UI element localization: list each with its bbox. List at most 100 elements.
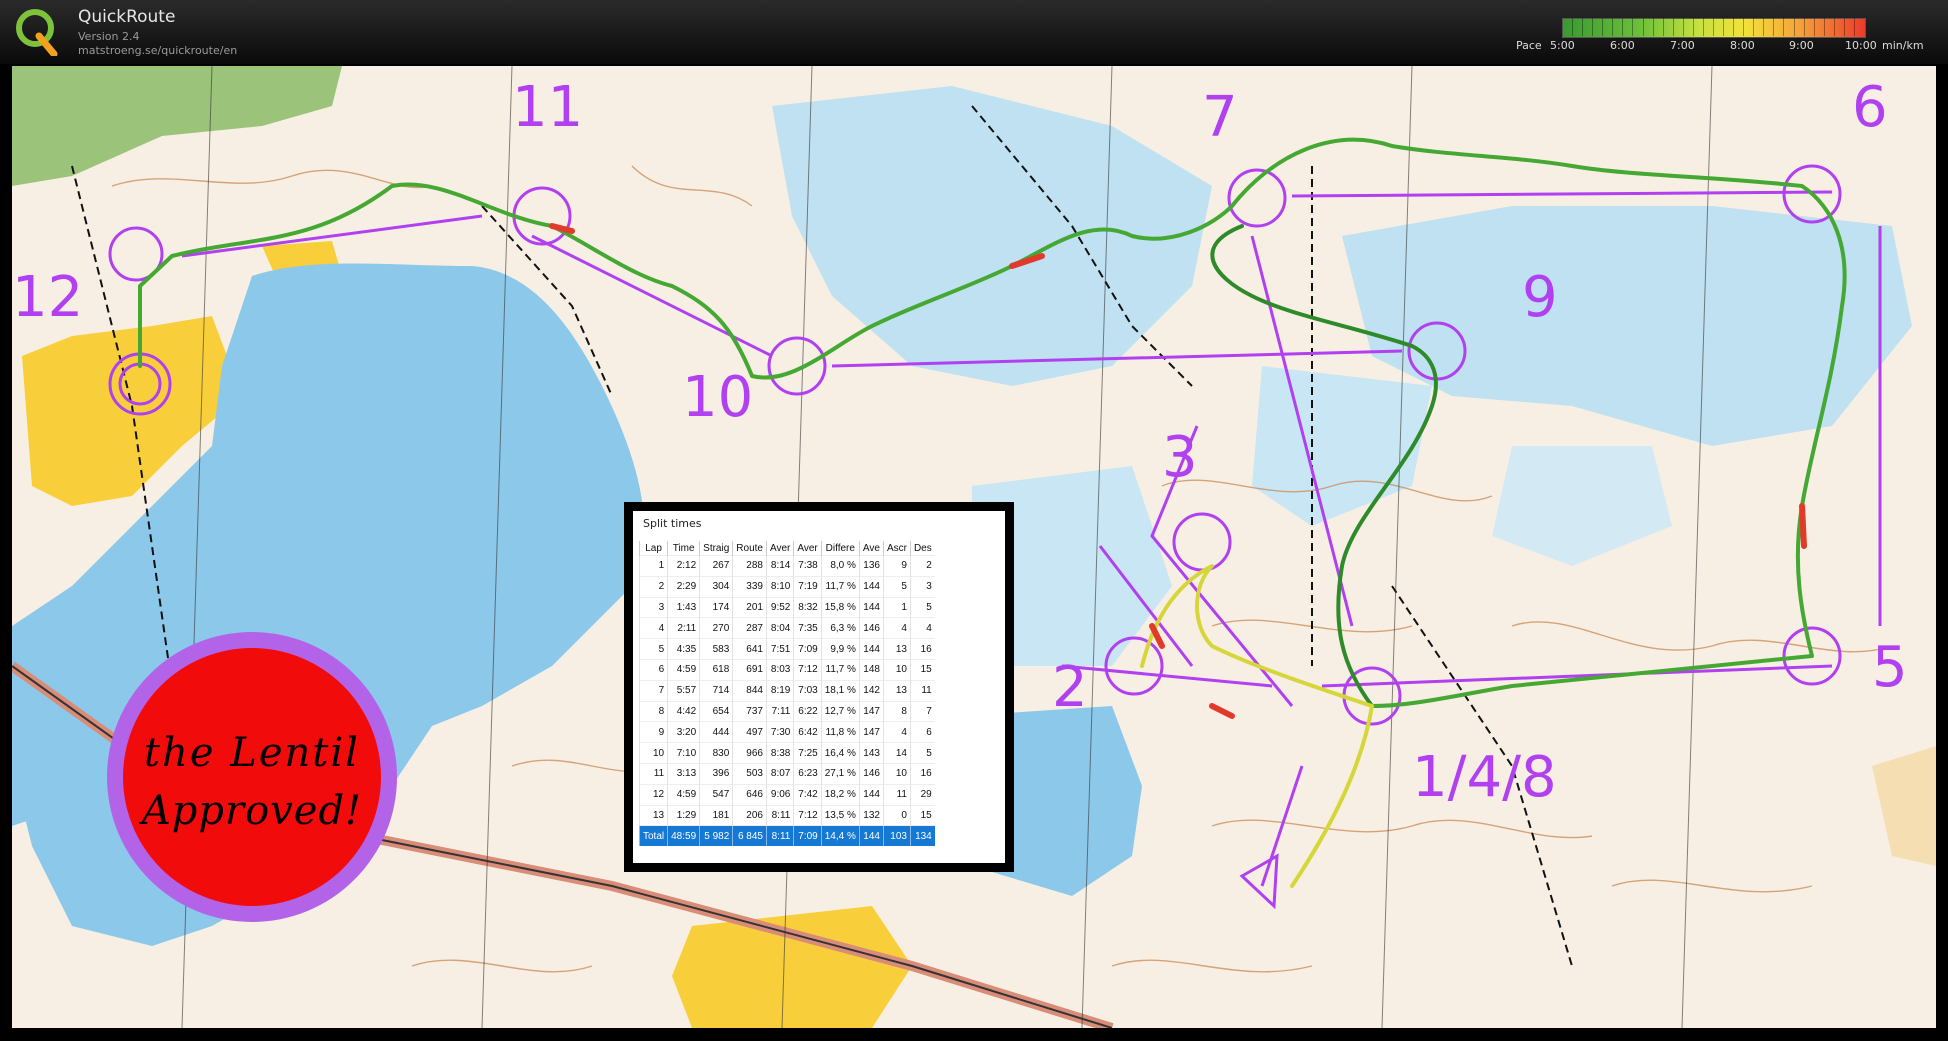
- column-header[interactable]: Ascr: [882, 541, 911, 556]
- pace-tick-label: 9:00: [1789, 39, 1814, 52]
- pace-scale-tick: [1853, 18, 1855, 36]
- pace-scale-tick: [1642, 18, 1644, 36]
- table-cell: 7:12: [793, 804, 822, 826]
- app-url[interactable]: matstroeng.se/quickroute/en: [78, 44, 237, 57]
- pace-scale-tick: [1813, 18, 1815, 36]
- table-row[interactable]: 10 7:10 830 966 8:38 7:25 16,4 % 143 14 5: [638, 742, 935, 764]
- table-cell: 830: [699, 742, 733, 764]
- table-row[interactable]: 4 2:11 270 287 8:04 7:35 6,3 % 146 4 4: [638, 617, 935, 639]
- table-cell: 5: [882, 575, 911, 598]
- table-cell: 2: [909, 555, 935, 577]
- table-cell: 13,5 %: [820, 804, 860, 826]
- table-cell: 8:32: [793, 596, 822, 618]
- table-row[interactable]: 11 3:13 396 503 8:07 6:23 27,1 % 146 10 16: [638, 762, 935, 785]
- pace-tick-label: 6:00: [1610, 39, 1635, 52]
- table-cell: 304: [699, 575, 733, 598]
- pace-tick-label: 8:00: [1730, 39, 1755, 52]
- pace-scale-tick: [1743, 18, 1745, 36]
- column-header[interactable]: Ave: [858, 541, 884, 556]
- total-cell: 5 982: [699, 825, 733, 847]
- total-cell: 14,4 %: [820, 825, 860, 847]
- table-row[interactable]: 12 4:59 547 646 9:06 7:42 18,2 % 144 11 29: [638, 783, 935, 806]
- table-cell: 7: [909, 700, 935, 722]
- total-row[interactable]: Total 48:59 5 982 6 845 8:11 7:09 14,4 % 144 103…: [638, 825, 935, 847]
- pace-scale-tick: [1783, 18, 1785, 36]
- table-cell: 8:03: [765, 658, 794, 681]
- total-cell: 134: [909, 825, 935, 847]
- table-cell: 4: [882, 617, 911, 639]
- table-cell: 547: [699, 783, 733, 806]
- table-cell: 844: [732, 679, 767, 702]
- table-cell: 11: [638, 762, 668, 785]
- table-row[interactable]: 6 4:59 618 691 8:03 7:12 11,7 % 148 10 15: [638, 658, 935, 681]
- pace-scale-tick: [1602, 18, 1604, 36]
- table-cell: 396: [699, 762, 733, 785]
- column-header[interactable]: Aver: [765, 541, 794, 556]
- table-cell: 6: [638, 658, 668, 681]
- column-header[interactable]: Lap: [638, 541, 668, 556]
- pace-scale-ticks: [1562, 18, 1864, 36]
- pace-scale-tick: [1843, 18, 1845, 36]
- table-cell: 270: [699, 617, 733, 639]
- table-row[interactable]: 13 1:29 181 206 8:11 7:12 13,5 % 132 0 15: [638, 804, 935, 826]
- table-cell: 7:42: [793, 783, 822, 806]
- pace-scale-tick: [1652, 18, 1654, 36]
- table-cell: 8:07: [765, 762, 794, 785]
- table-cell: 2: [638, 575, 668, 598]
- table-cell: 147: [858, 721, 884, 743]
- table-row[interactable]: 1 2:12 267 288 8:14 7:38 8,0 % 136 9 2: [638, 555, 935, 577]
- column-header[interactable]: Aver: [793, 541, 822, 556]
- table-cell: 11: [909, 679, 935, 702]
- table-cell: 181: [699, 804, 733, 826]
- table-cell: 8:10: [765, 575, 794, 598]
- column-header[interactable]: Time: [667, 541, 700, 556]
- table-cell: 16: [909, 762, 935, 785]
- table-cell: 966: [732, 742, 767, 764]
- table-cell: 267: [699, 555, 733, 577]
- table-cell: 7:12: [793, 658, 822, 681]
- table-cell: 7:35: [793, 617, 822, 639]
- table-cell: 287: [732, 617, 767, 639]
- table-row[interactable]: 2 2:29 304 339 8:10 7:19 11,7 % 144 5 3: [638, 575, 935, 598]
- pace-scale-tick: [1733, 18, 1735, 36]
- pace-scale-tick: [1672, 18, 1674, 36]
- table-row[interactable]: 7 5:57 714 844 8:19 7:03 18,1 % 142 13 11: [638, 679, 935, 702]
- table-cell: 18,2 %: [820, 783, 860, 806]
- table-cell: 144: [858, 596, 884, 618]
- table-cell: 497: [732, 721, 767, 743]
- table-cell: 583: [699, 638, 733, 660]
- column-header[interactable]: Route: [732, 541, 767, 556]
- table-cell: 15: [909, 804, 935, 826]
- table-row[interactable]: 8 4:42 654 737 7:11 6:22 12,7 % 147 8 7: [638, 700, 935, 722]
- table-row[interactable]: 9 3:20 444 497 7:30 6:42 11,8 % 147 4 6: [638, 721, 935, 743]
- column-header[interactable]: Straig: [699, 541, 733, 556]
- pace-scale-tick: [1723, 18, 1725, 36]
- table-cell: 14: [882, 742, 911, 764]
- column-header[interactable]: Des: [909, 541, 935, 556]
- table-cell: 144: [858, 783, 884, 806]
- table-cell: 5: [638, 638, 668, 660]
- table-row[interactable]: 5 4:35 583 641 7:51 7:09 9,9 % 144 13 16: [638, 638, 935, 660]
- app-title: QuickRoute: [78, 7, 176, 27]
- table-cell: 6:22: [793, 700, 822, 722]
- table-cell: 4: [882, 721, 911, 743]
- control-number: 11: [512, 75, 583, 140]
- table-cell: 9:52: [765, 596, 794, 618]
- table-row[interactable]: 3 1:43 174 201 9:52 8:32 15,8 % 144 1 5: [638, 596, 935, 618]
- control-number: 12: [12, 265, 83, 330]
- column-header[interactable]: Differe: [820, 541, 860, 556]
- table-cell: 618: [699, 658, 733, 681]
- table-cell: 7:10: [667, 742, 700, 764]
- table-cell: 7:09: [793, 638, 822, 660]
- table-cell: 146: [858, 762, 884, 785]
- pace-scale-tick: [1632, 18, 1634, 36]
- table-cell: 13: [882, 638, 911, 660]
- table-cell: 15,8 %: [820, 596, 860, 618]
- app-version: Version 2.4: [78, 30, 140, 43]
- table-cell: 146: [858, 617, 884, 639]
- table-cell: 339: [732, 575, 767, 598]
- table-cell: 16: [909, 638, 935, 660]
- total-cell: Total: [638, 825, 668, 847]
- pace-tick-label: 7:00: [1670, 39, 1695, 52]
- pace-scale-tick: [1763, 18, 1765, 36]
